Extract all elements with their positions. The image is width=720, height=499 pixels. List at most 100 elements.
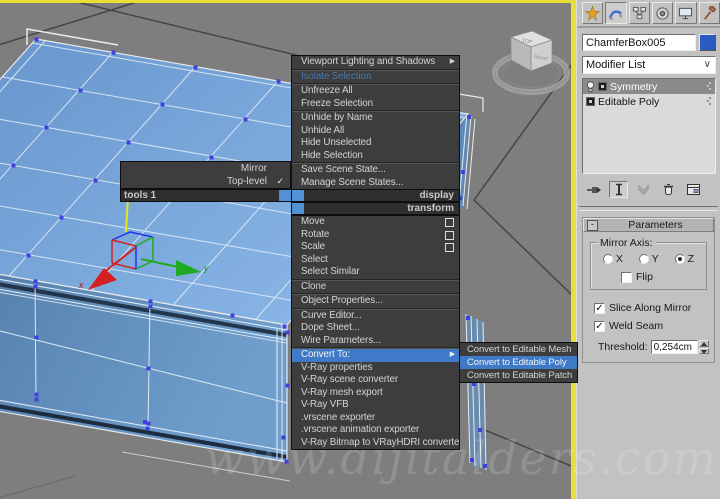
spinner-up-button[interactable] bbox=[698, 340, 709, 347]
quad-title-tools1[interactable]: tools 1 bbox=[120, 189, 292, 202]
pin-stack-button[interactable] bbox=[584, 181, 603, 198]
modifier-list-dropdown[interactable]: Modifier List ∨ bbox=[582, 56, 716, 74]
menu-item-viewport-lighting-and-shadows[interactable]: Viewport Lighting and Shadows ▶ bbox=[292, 56, 459, 69]
quad-title-transform[interactable]: transform bbox=[291, 202, 460, 215]
quad-title-label: transform bbox=[407, 203, 454, 214]
checkbox-checked[interactable]: ✓ bbox=[594, 302, 605, 314]
menu-item-select-similar[interactable]: Select Similar bbox=[292, 266, 459, 279]
checkbox-unchecked[interactable] bbox=[621, 271, 632, 283]
menu-item-manage-scene-states[interactable]: Manage Scene States... bbox=[292, 177, 459, 190]
tab-display[interactable] bbox=[675, 2, 697, 24]
menu-item-label: Select bbox=[301, 253, 328, 265]
menu-item-scale[interactable]: Scale bbox=[292, 241, 459, 254]
menu-item-dope-sheet[interactable]: Dope Sheet... bbox=[292, 322, 459, 335]
menu-item-hide-unselected[interactable]: Hide Unselected bbox=[292, 137, 459, 150]
menu-item-wire-parameters[interactable]: Wire Parameters... bbox=[292, 335, 459, 348]
menu-item-label: Hide Selection bbox=[301, 149, 363, 161]
gizmo-x-label: x bbox=[78, 280, 84, 290]
menu-item-save-scene-state[interactable]: Save Scene State... bbox=[292, 164, 459, 177]
menu-item-freeze-selection[interactable]: Freeze Selection bbox=[292, 98, 459, 111]
spinner-down-button[interactable] bbox=[698, 347, 709, 354]
menu-item-rotate[interactable]: Rotate bbox=[292, 229, 459, 242]
menu-item-label: Select Similar bbox=[301, 266, 360, 277]
mirror-axis-group-label: Mirror Axis: bbox=[597, 237, 656, 249]
motion-icon bbox=[656, 6, 669, 20]
active-viewport-border-top bbox=[0, 0, 576, 3]
quad-title-display[interactable]: display bbox=[291, 189, 460, 202]
radio-icon-selected[interactable] bbox=[674, 254, 685, 264]
slice-along-mirror-row[interactable]: ✓ Slice Along Mirror bbox=[594, 302, 709, 314]
menu-item-isolate-selection[interactable]: Isolate Selection bbox=[292, 71, 459, 84]
menu-item-unhide-all[interactable]: Unhide All bbox=[292, 125, 459, 138]
menu-item-vrscene-animation-exporter[interactable]: .vrscene animation exporter bbox=[292, 424, 459, 437]
threshold-label: Threshold: bbox=[598, 341, 648, 353]
menu-item-label: Freeze Selection bbox=[301, 97, 373, 109]
quad-menu-display: Viewport Lighting and Shadows ▶ Isolate Se… bbox=[291, 55, 460, 190]
stack-row-symmetry[interactable]: Symmetry bbox=[583, 79, 715, 94]
menu-item-select[interactable]: Select bbox=[292, 254, 459, 267]
object-name-field[interactable]: ChamferBox005 bbox=[582, 34, 696, 51]
remove-modifier-button[interactable] bbox=[659, 181, 678, 198]
menu-item-curve-editor[interactable]: Curve Editor... bbox=[292, 310, 459, 323]
menu-item-unfreeze-all[interactable]: Unfreeze All bbox=[292, 85, 459, 98]
menu-item-label: V-Ray scene converter bbox=[301, 374, 399, 385]
settings-box-icon[interactable] bbox=[445, 230, 454, 240]
menu-item-vrscene-exporter[interactable]: .vrscene exporter bbox=[292, 412, 459, 425]
menu-item-v-ray-properties[interactable]: V-Ray properties bbox=[292, 362, 459, 375]
modifier-icon bbox=[586, 97, 595, 106]
quad-title-label: tools 1 bbox=[124, 190, 157, 201]
radio-y[interactable]: Y bbox=[638, 253, 659, 265]
settings-box-icon[interactable] bbox=[445, 243, 454, 252]
configure-modifier-sets-button[interactable] bbox=[684, 181, 703, 198]
settings-box-icon[interactable] bbox=[445, 218, 454, 227]
menu-item-unhide-by-name[interactable]: Unhide by Name bbox=[292, 112, 459, 125]
checkbox-label: Slice Along Mirror bbox=[609, 302, 692, 314]
tab-modify[interactable] bbox=[605, 2, 627, 24]
parameters-rollout-header[interactable]: - Parameters bbox=[583, 218, 714, 232]
menu-item-label: .vrscene animation exporter bbox=[301, 424, 420, 435]
tab-motion[interactable] bbox=[651, 2, 674, 24]
submenu-arrow-icon: ▶ bbox=[449, 58, 455, 65]
menu-item-v-ray-scene-converter[interactable]: V-Ray scene converter bbox=[292, 374, 459, 387]
drag-dots bbox=[707, 82, 711, 90]
flip-checkbox-row[interactable]: Flip bbox=[621, 271, 702, 283]
menu-item-clone[interactable]: Clone bbox=[292, 281, 459, 294]
menu-item-hide-selection[interactable]: Hide Selection bbox=[292, 150, 459, 163]
make-unique-button[interactable] bbox=[634, 181, 653, 198]
menu-item-object-properties[interactable]: Object Properties... bbox=[292, 295, 459, 308]
trash-icon bbox=[664, 184, 673, 195]
menu-item-label: V-Ray properties bbox=[301, 361, 373, 373]
menu-item-label: Convert To: bbox=[301, 349, 350, 360]
show-end-result-button[interactable] bbox=[609, 181, 628, 198]
radio-z[interactable]: Z bbox=[674, 253, 695, 265]
radio-x[interactable]: X bbox=[602, 253, 623, 265]
command-panel: ChamferBox005 Modifier List ∨ Symmetry E… bbox=[576, 0, 720, 499]
menu-item-convert-to[interactable]: Convert To: ▶ bbox=[292, 349, 459, 362]
menu-item-mirror[interactable]: Mirror bbox=[121, 162, 290, 175]
object-color-swatch[interactable] bbox=[699, 34, 716, 51]
tab-create[interactable] bbox=[582, 2, 604, 24]
tab-utilities[interactable] bbox=[698, 2, 720, 24]
checkbox-checked[interactable]: ✓ bbox=[594, 320, 605, 332]
weld-seam-row[interactable]: ✓ Weld Seam bbox=[594, 320, 709, 332]
menu-item-v-ray-bitmap-to-vrayhdri-converter[interactable]: V-Ray Bitmap to VRayHDRI converter bbox=[292, 437, 459, 450]
tab-hierarchy[interactable] bbox=[628, 2, 650, 24]
menu-item-convert-to-editable-poly[interactable]: Convert to Editable Poly bbox=[460, 356, 577, 369]
radio-icon[interactable] bbox=[638, 254, 649, 264]
stack-row-editable-poly[interactable]: Editable Poly bbox=[583, 94, 715, 109]
check-icon: ✓ bbox=[276, 176, 284, 186]
radio-label: Z bbox=[687, 253, 695, 265]
collapse-icon[interactable]: - bbox=[587, 219, 598, 231]
threshold-input[interactable]: 0,254cm bbox=[650, 340, 698, 354]
menu-item-label: Manage Scene States... bbox=[301, 176, 404, 188]
lightbulb-icon[interactable] bbox=[586, 80, 595, 93]
menu-item-top-level[interactable]: Top-level ✓ bbox=[121, 175, 290, 188]
viewport-3d-scene[interactable]: x y TOP RIGHT bbox=[0, 0, 576, 499]
menu-item-v-ray-mesh-export[interactable]: V-Ray mesh export bbox=[292, 387, 459, 400]
menu-item-v-ray-vfb[interactable]: V-Ray VFB bbox=[292, 399, 459, 412]
menu-item-label: Mirror bbox=[240, 163, 267, 174]
menu-item-move[interactable]: Move bbox=[292, 216, 459, 229]
menu-item-convert-to-editable-patch[interactable]: Convert to Editable Patch bbox=[460, 369, 577, 382]
menu-item-convert-to-editable-mesh[interactable]: Convert to Editable Mesh bbox=[460, 343, 577, 356]
radio-icon[interactable] bbox=[602, 254, 613, 264]
